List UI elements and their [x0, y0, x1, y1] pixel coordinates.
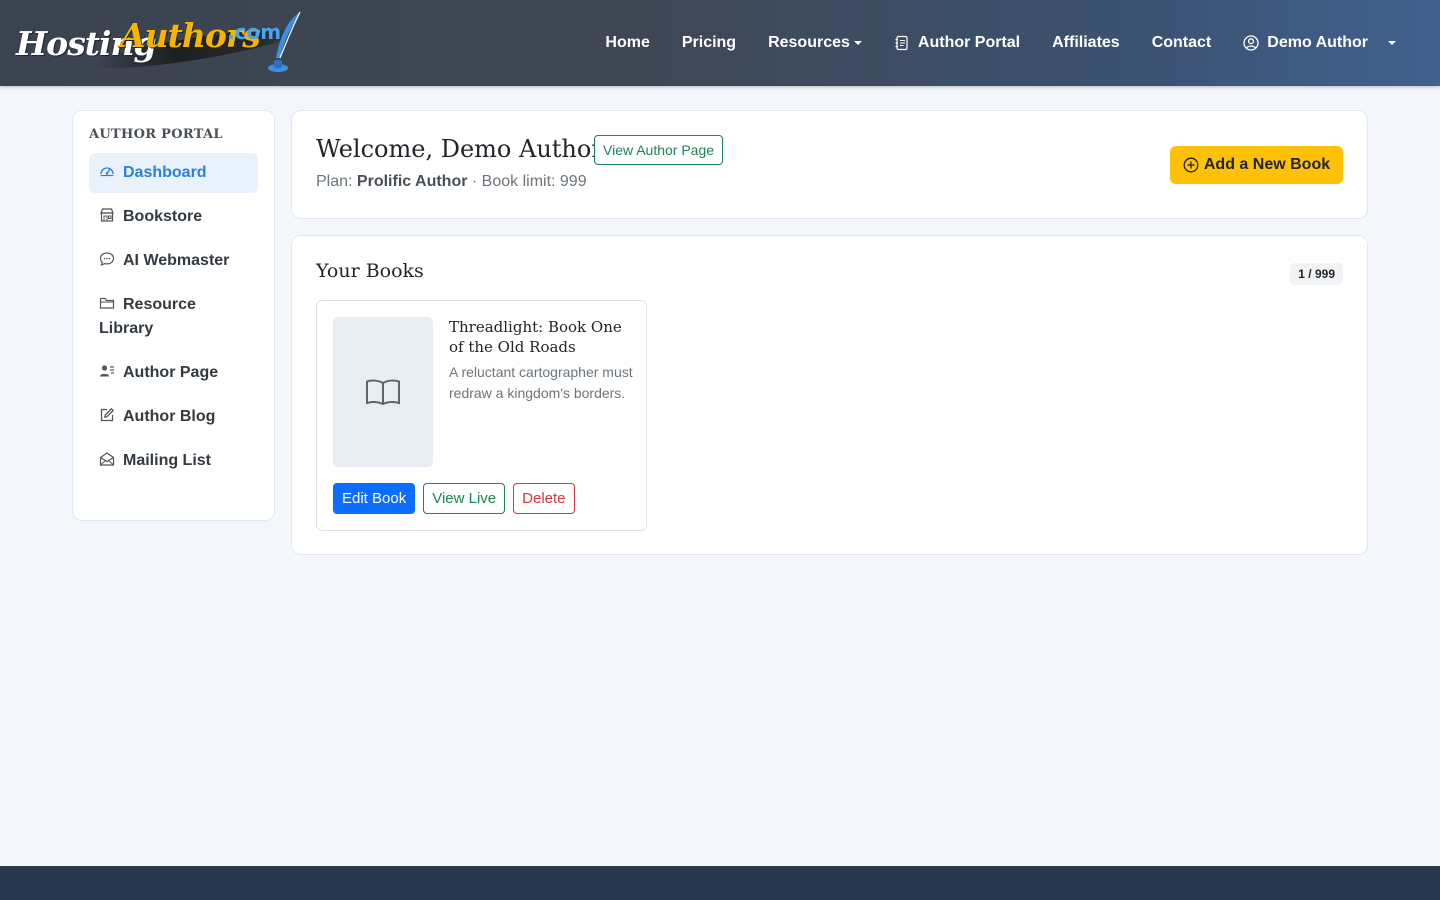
sidebar-item-author-page[interactable]: Author Page: [89, 353, 258, 393]
envelope-open-icon: [99, 451, 116, 467]
nav-contact-label: Contact: [1151, 34, 1212, 51]
plus-circle-icon: [1183, 157, 1199, 173]
your-books-heading: Your Books: [316, 260, 424, 282]
user-name: Demo Author: [1267, 34, 1368, 51]
welcome-heading: Welcome, Demo Author: [316, 135, 603, 163]
view-live-button[interactable]: View Live: [423, 483, 506, 514]
sidebar-item-mailing-list[interactable]: Mailing List: [89, 441, 258, 481]
person-circle-icon: [1243, 35, 1259, 51]
pencil-square-icon: [99, 407, 116, 423]
sidebar-item-label: AI Webmaster: [123, 252, 230, 269]
add-new-book-label: Add a New Book: [1203, 156, 1331, 173]
delete-book-button[interactable]: Delete: [513, 483, 575, 514]
nav-affiliates-label: Affiliates: [1052, 34, 1120, 51]
sidebar-item-resource-library[interactable]: Resource Library: [89, 285, 258, 349]
sidebar-item-label: Dashboard: [123, 164, 207, 181]
book-icon: [366, 379, 400, 406]
nav-contact[interactable]: Contact: [1136, 26, 1228, 60]
author-portal-sidebar: AUTHOR PORTAL Dashboard Bookstore AI Web…: [72, 110, 275, 521]
sidebar-item-bookstore[interactable]: Bookstore: [89, 197, 258, 237]
book-actions: Edit Book View Live Delete: [333, 483, 575, 514]
caret-down-icon: [853, 41, 862, 45]
nav-affiliates[interactable]: Affiliates: [1036, 26, 1136, 60]
welcome-card: Welcome, Demo Author View Author Page Pl…: [291, 110, 1368, 219]
nav-resources-label: Resources: [768, 34, 850, 51]
sidebar-item-label: Bookstore: [123, 208, 203, 225]
nav-author-portal[interactable]: Author Portal: [878, 26, 1036, 60]
quill-icon: [268, 11, 301, 72]
sidebar-item-label: Mailing List: [123, 452, 211, 469]
view-author-page-button[interactable]: View Author Page: [594, 135, 724, 165]
speedometer-icon: [99, 163, 116, 179]
top-navbar: Hosting Authors .com Home Pricing Resour…: [0, 0, 1440, 86]
sidebar-item-label: Author Page: [123, 364, 219, 381]
book-item: Threadlight: Book One of the Old Roads A…: [316, 300, 647, 531]
book-count-badge: 1 / 999: [1290, 263, 1343, 285]
your-books-card: Your Books 1 / 999 Threadlight: Book One…: [291, 235, 1368, 555]
shop-icon: [99, 207, 116, 223]
nav-pricing[interactable]: Pricing: [666, 26, 752, 60]
page-footer: [0, 866, 1440, 900]
journal-text-icon: [895, 35, 908, 51]
edit-book-button[interactable]: Edit Book: [333, 483, 416, 514]
sidebar-item-label: Author Blog: [123, 408, 216, 425]
sidebar-title: AUTHOR PORTAL: [89, 127, 223, 142]
user-menu-dropdown[interactable]: Demo Author: [1227, 26, 1412, 60]
plan-info: Plan: Prolific Author · Book limit: 999: [316, 173, 587, 191]
add-new-book-button[interactable]: Add a New Book: [1170, 146, 1343, 184]
sidebar-item-dashboard[interactable]: Dashboard: [89, 153, 258, 193]
chat-icon: [99, 251, 116, 267]
sidebar-item-author-blog[interactable]: Author Blog: [89, 397, 258, 437]
sidebar-item-ai-webmaster[interactable]: AI Webmaster: [89, 241, 258, 281]
nav-home-label: Home: [605, 34, 650, 51]
nav-pricing-label: Pricing: [681, 34, 737, 51]
nav-home[interactable]: Home: [589, 26, 665, 60]
caret-down-icon: [1388, 41, 1396, 45]
main-nav: Home Pricing Resources Author Portal Aff…: [589, 0, 1412, 86]
book-description: A reluctant cartographer must redraw a k…: [449, 364, 633, 401]
site-logo[interactable]: Hosting Authors .com: [14, 10, 306, 76]
plan-label: Plan:: [316, 173, 353, 190]
person-lines-icon: [99, 363, 116, 379]
nav-resources-dropdown[interactable]: Resources: [752, 26, 878, 60]
book-cover-placeholder: [333, 317, 433, 467]
folder-icon: [99, 295, 116, 311]
book-limit: · Book limit: 999: [471, 173, 587, 190]
plan-name: Prolific Author: [356, 173, 468, 190]
nav-author-portal-label: Author Portal: [917, 34, 1021, 51]
book-title[interactable]: Threadlight: Book One of the Old Roads: [449, 317, 634, 357]
